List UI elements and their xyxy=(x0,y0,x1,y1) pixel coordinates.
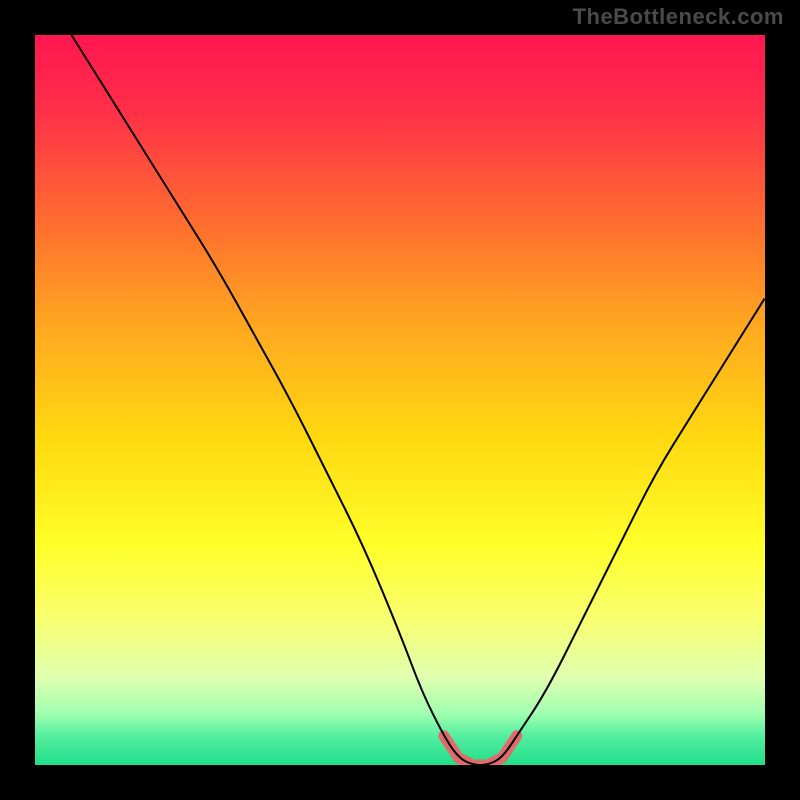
watermark-text: TheBottleneck.com xyxy=(573,4,784,30)
bottleneck-chart xyxy=(35,35,765,765)
chart-frame: TheBottleneck.com xyxy=(0,0,800,800)
plot-area xyxy=(35,35,765,765)
gradient-background xyxy=(35,35,765,765)
